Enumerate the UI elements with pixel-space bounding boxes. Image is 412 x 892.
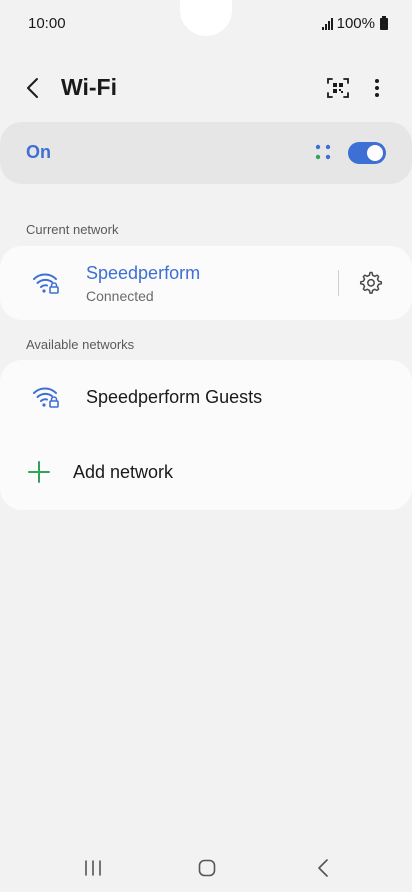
current-network-header: Current network: [26, 222, 119, 237]
master-switch-label: On: [26, 142, 51, 162]
current-network-name: Speedperform: [86, 263, 201, 283]
gear-icon[interactable]: [359, 271, 383, 295]
status-indicators: 100%: [321, 15, 388, 32]
more-options-icon[interactable]: [368, 76, 386, 100]
system-nav-bar: [0, 844, 412, 892]
wifi-toggle[interactable]: [348, 142, 386, 164]
home-icon[interactable]: [198, 859, 216, 877]
network-name: Speedperform Guests: [86, 387, 263, 407]
page-title: Wi-Fi: [61, 74, 117, 100]
status-time: 10:00: [28, 15, 66, 32]
camera-notch: [180, 0, 232, 36]
toggle-knob: [367, 145, 383, 161]
add-network-button[interactable]: Add network: [0, 436, 412, 510]
wifi-lock-icon: [33, 387, 59, 408]
battery-icon: [380, 15, 388, 30]
back-arrow-icon[interactable]: [22, 76, 46, 100]
signal-icon: [321, 17, 333, 30]
divider: [338, 270, 339, 296]
available-networks-card: Speedperform Guests Add network: [0, 360, 412, 510]
current-network-card[interactable]: Speedperform Connected: [0, 246, 412, 320]
recents-icon[interactable]: [84, 860, 102, 876]
add-network-label: Add network: [73, 462, 174, 482]
current-network-status: Connected: [86, 288, 154, 304]
qr-scan-icon[interactable]: [326, 76, 350, 100]
nav-back-icon[interactable]: [316, 858, 330, 878]
network-item[interactable]: Speedperform Guests: [0, 360, 412, 436]
battery-percent: 100%: [336, 15, 375, 32]
app-bar: Wi-Fi: [0, 62, 412, 114]
status-bar: 10:00 100%: [0, 0, 412, 46]
intelligent-wifi-icon[interactable]: [314, 143, 332, 161]
wifi-lock-icon: [33, 273, 59, 294]
plus-icon: [28, 461, 50, 483]
available-networks-header: Available networks: [26, 337, 135, 352]
